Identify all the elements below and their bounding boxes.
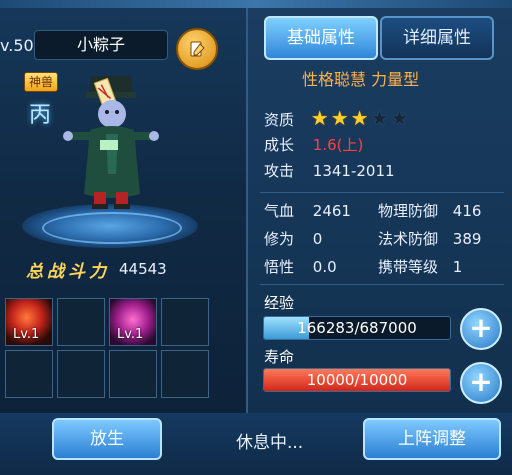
physical-defense-value: 416 (452, 202, 482, 220)
magic-defense-value: 389 (452, 230, 482, 248)
skill-slot[interactable] (5, 350, 53, 398)
hp-row: 气血 2461 (264, 200, 351, 221)
quality-row: 资质 ★ ★ ★ ★ ★ (264, 108, 410, 130)
physical-defense-row: 物理防御 416 (378, 200, 481, 221)
exp-label: 经验 (264, 294, 295, 312)
star-filled-icon: ★ (310, 106, 329, 130)
savvy-label: 悟性 (264, 258, 295, 276)
carry-level-row: 携带等级 1 (378, 256, 462, 277)
pet-preview-panel: v.50 小粽子 神兽 丙 总战斗力 44543 Lv.1 Lv.1 (0, 8, 238, 413)
divider (260, 284, 504, 285)
skill-slot[interactable] (161, 298, 209, 346)
cultivation-value: 0 (312, 230, 323, 248)
plus-icon: + (469, 311, 493, 344)
divider (260, 192, 504, 193)
pet-character-image (63, 76, 159, 209)
skill-slot[interactable] (161, 350, 209, 398)
skill-slot[interactable]: Lv.1 (5, 298, 53, 346)
release-button[interactable]: 放生 (52, 418, 162, 460)
life-bar: 10000/10000 (263, 368, 451, 392)
cultivation-row: 修为 0 (264, 228, 322, 249)
tab-basic-attributes[interactable]: 基础属性 (264, 16, 378, 60)
life-bar-text: 10000/10000 (306, 371, 408, 389)
skill-slot[interactable]: Lv.1 (109, 298, 157, 346)
quality-stars: ★ ★ ★ ★ ★ (310, 106, 411, 130)
growth-label: 成长 (264, 136, 295, 154)
physical-defense-label: 物理防御 (378, 202, 439, 220)
divine-beast-badge: 神兽 (24, 72, 59, 92)
cultivation-label: 修为 (264, 230, 295, 248)
star-empty-icon: ★ (390, 106, 409, 130)
plus-icon: + (469, 365, 493, 398)
life-label: 寿命 (264, 348, 295, 366)
magic-defense-label: 法术防御 (378, 230, 439, 248)
growth-value: 1.6(上) (312, 136, 364, 154)
star-filled-icon: ★ (350, 106, 369, 130)
carry-level-value: 1 (452, 258, 463, 276)
savvy-row: 悟性 0.0 (264, 256, 337, 277)
top-decoration (0, 0, 512, 8)
exp-bar-text: 166283/687000 (297, 319, 417, 337)
star-empty-icon: ★ (370, 106, 389, 130)
skill-level: Lv.1 (117, 327, 144, 342)
hp-label: 气血 (264, 202, 295, 220)
star-filled-icon: ★ (330, 106, 349, 130)
rename-button[interactable] (176, 28, 218, 70)
skill-level: Lv.1 (13, 327, 40, 342)
deploy-adjust-button[interactable]: 上阵调整 (363, 418, 501, 460)
tab-detailed-attributes[interactable]: 详细属性 (380, 16, 494, 60)
attack-row: 攻击 1341-2011 (264, 160, 395, 181)
skill-grid: Lv.1 Lv.1 (5, 298, 209, 398)
magic-defense-row: 法术防御 389 (378, 228, 481, 249)
skill-slot[interactable] (57, 350, 105, 398)
pet-status: 休息中... (236, 433, 304, 453)
power-value: 44543 (119, 260, 167, 278)
savvy-value: 0.0 (312, 258, 337, 276)
skill-slot[interactable] (57, 298, 105, 346)
attack-value: 1341-2011 (312, 162, 395, 180)
skill-slot[interactable] (109, 350, 157, 398)
add-life-button[interactable]: + (460, 362, 502, 404)
exp-bar: 166283/687000 (263, 316, 451, 340)
edit-icon (190, 41, 205, 57)
power-label: 总战斗力 (26, 262, 110, 282)
carry-level-label: 携带等级 (378, 258, 439, 276)
add-exp-button[interactable]: + (460, 308, 502, 350)
quality-label: 资质 (264, 111, 295, 129)
attributes-panel: 基础属性 详细属性 性格聪慧 力量型 资质 ★ ★ ★ ★ ★ 成长 1.6(上) 攻击… (246, 8, 512, 413)
element-icon: 丙 (28, 103, 51, 128)
attack-label: 攻击 (264, 162, 295, 180)
hp-value: 2461 (312, 202, 351, 220)
pet-name-field: 小粽子 (34, 30, 168, 60)
trait-text: 性格聪慧 力量型 (302, 70, 420, 89)
pet-level: v.50 (0, 36, 34, 55)
growth-row: 成长 1.6(上) (264, 134, 363, 155)
